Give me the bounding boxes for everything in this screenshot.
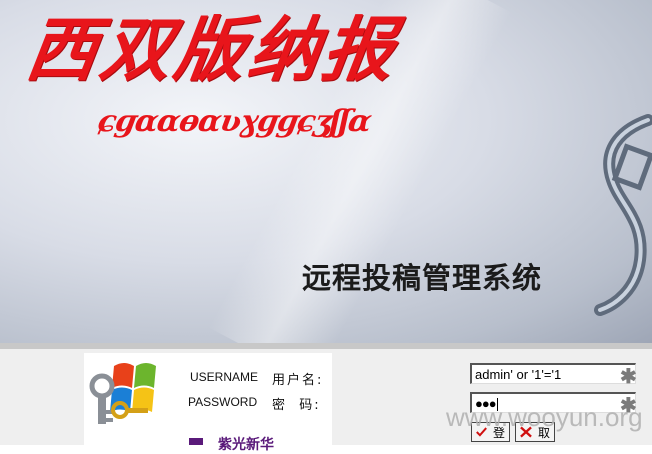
username-input[interactable] <box>470 363 636 384</box>
watermark: www.wooyun.org <box>446 402 643 432</box>
newspaper-script-title: ɕɡɑɑɵɑʋɣɡɡɕʒʃʃɑ <box>94 104 374 139</box>
windows-keys-icon <box>89 363 156 424</box>
purple-bullet <box>189 438 203 445</box>
password-label-cn: 密 码: <box>272 398 321 413</box>
header-banner: 西双版纳报 ɕɡɑɑɵɑʋɣɡɡɕʒʃʃɑ 远程投稿管理系统 <box>0 0 652 343</box>
company-footer-text: 紫光新华 <box>218 437 274 453</box>
username-label-cn: 用户名: <box>272 373 324 388</box>
newspaper-title: 西双版纳报 <box>21 8 404 91</box>
s-logo-icon <box>594 114 652 316</box>
required-icon: ✱ <box>620 366 637 388</box>
username-label-en: USERNAME <box>190 370 259 384</box>
system-title: 远程投稿管理系统 <box>302 261 543 295</box>
password-label-en: PASSWORD <box>188 395 258 409</box>
